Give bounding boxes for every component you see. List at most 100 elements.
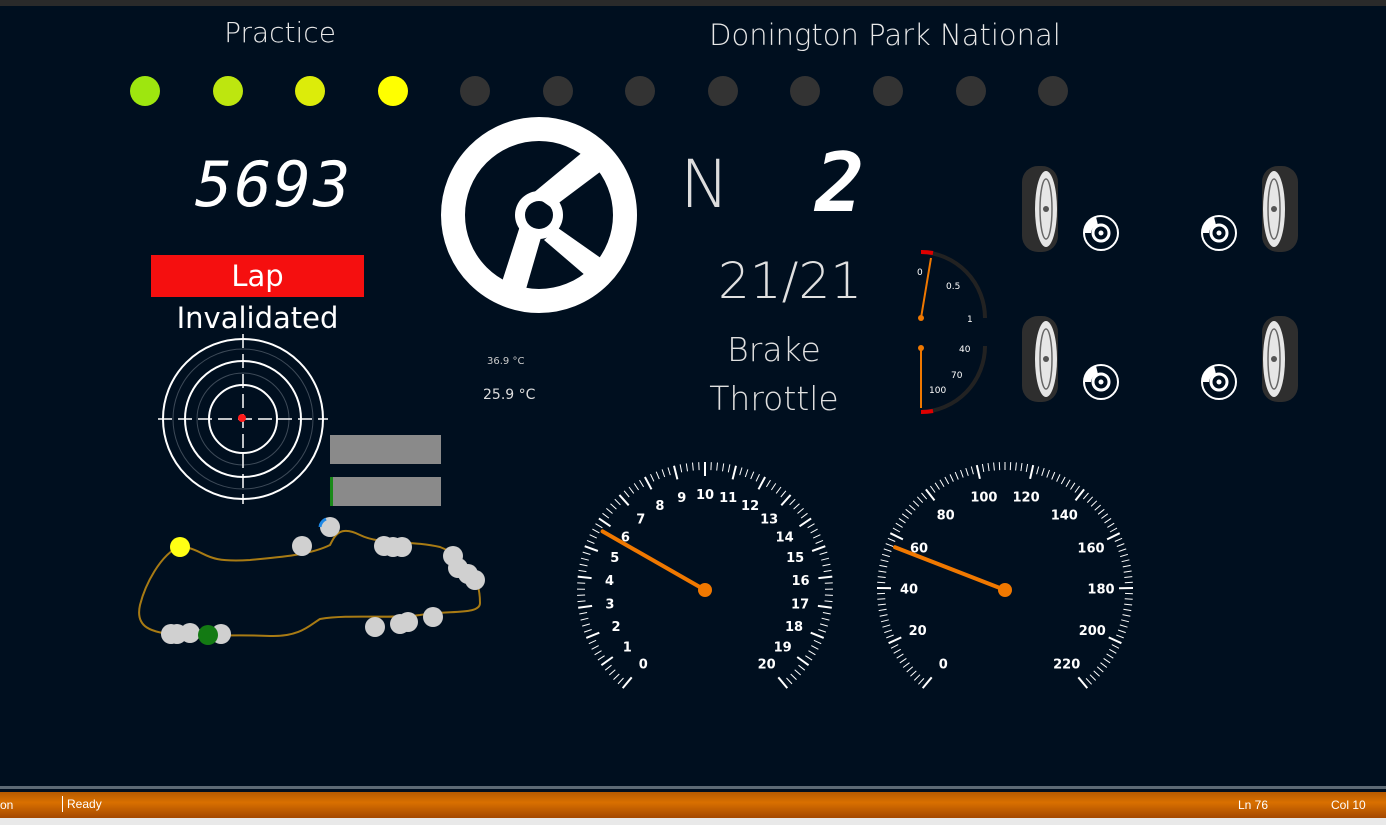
speedometer-tick-mark	[1029, 464, 1035, 480]
speedometer-tick-mark	[1124, 598, 1133, 600]
throttle-bar	[330, 477, 441, 506]
tachometer-tick-mark	[731, 465, 737, 480]
speedometer-tick-mark	[912, 500, 920, 507]
tachometer-tick-mark	[621, 676, 633, 689]
speedometer-tick-mark	[910, 670, 917, 677]
speedometer-tick-mark	[1100, 662, 1108, 668]
speedometer-tick-mark	[981, 463, 985, 472]
speedometer-tick-mark	[1093, 670, 1100, 677]
tachometer-tick-label: 9	[677, 491, 686, 506]
speedometer-tick-mark	[1060, 476, 1066, 485]
tyre-rear-left-icon	[1022, 316, 1058, 402]
steering-wheel-icon	[441, 117, 637, 313]
tachometer-tick-mark	[602, 512, 610, 519]
tachometer-tick-label: 18	[785, 620, 803, 635]
speedometer-tick-mark	[925, 488, 936, 502]
speedometer-tick-mark	[1089, 674, 1097, 681]
speedometer-tick-mark	[949, 474, 954, 482]
throttle-tick-2: 100	[929, 386, 946, 396]
brake-disc-front-right-icon	[1201, 215, 1237, 251]
race-position: 21/21	[718, 252, 863, 310]
tachometer-hub	[698, 583, 712, 597]
speedometer-tick-mark	[1097, 508, 1105, 515]
tachometer-tick-mark	[639, 479, 645, 488]
tachometer-tick-mark	[744, 469, 749, 478]
speedometer-tick-mark	[1121, 559, 1130, 563]
tachometer-tick-mark	[739, 467, 743, 476]
speedometer-tick-mark	[1090, 500, 1098, 507]
speedometer-tick-mark	[883, 548, 892, 552]
shift-light-12	[1038, 76, 1068, 106]
tachometer-tick-mark	[692, 462, 694, 471]
tachometer-tick-mark	[580, 617, 589, 621]
tachometer-tick-mark	[600, 656, 614, 667]
g-force-target	[158, 334, 328, 504]
tachometer-tick-mark	[819, 551, 828, 555]
tachometer-tick-mark	[805, 655, 813, 661]
speedometer-tick-mark	[1120, 553, 1129, 558]
tachometer-tick-label: 7	[636, 513, 645, 528]
shift-light-8	[708, 76, 738, 106]
speedometer-tick-mark	[1104, 517, 1112, 524]
speedometer-tick-mark	[918, 678, 925, 685]
shift-light-4	[378, 76, 408, 106]
speedometer-tick-mark	[960, 469, 964, 478]
tachometer-tick-mark	[594, 650, 602, 656]
tachometer-tick-mark	[592, 528, 600, 534]
shift-light-7	[625, 76, 655, 106]
tachometer-tick-mark	[617, 677, 624, 685]
tyre-front-right-icon	[1262, 166, 1298, 252]
speedometer-tick-mark	[1041, 467, 1045, 476]
speedometer-tick-mark	[905, 508, 913, 515]
status-left-text: on	[0, 798, 14, 812]
speedometer-tick-mark	[987, 463, 990, 472]
speedometer-tick-mark	[895, 522, 903, 528]
tachometer-tick-mark	[606, 508, 613, 514]
tachometer-tick-mark	[598, 517, 612, 528]
speedometer-tick-mark	[1085, 678, 1092, 685]
window-top-bar	[0, 0, 1386, 6]
shift-light-1	[130, 76, 160, 106]
speedometer-tick-label: 20	[909, 624, 927, 639]
speedometer-tick-mark	[1123, 608, 1132, 612]
speedometer-tick-mark	[879, 564, 888, 568]
speedometer-tick-mark	[1118, 548, 1127, 552]
tachometer-tick-mark	[807, 523, 815, 529]
throttle-tick-1: 70	[951, 371, 963, 381]
speedometer-tick-mark	[1116, 634, 1124, 639]
speedometer-tick-mark	[913, 674, 921, 681]
tachometer-tick-label: 13	[760, 513, 778, 528]
tachometer-tick-mark	[797, 508, 804, 514]
tachometer-tick-mark	[613, 673, 620, 680]
speedometer-tick-mark	[993, 462, 995, 471]
tachometer-tick-mark	[588, 639, 597, 645]
tyre-rear-right-icon	[1262, 316, 1298, 402]
tachometer-tick-mark	[765, 479, 771, 488]
speedometer-tick-mark	[1117, 629, 1126, 634]
speedometer-tick-mark	[889, 532, 904, 541]
tachometer-tick-mark	[650, 473, 655, 482]
tachometer-tick-mark	[780, 494, 792, 506]
speedometer-tick-mark	[1119, 624, 1128, 628]
tachometer-tick-label: 0	[639, 658, 648, 673]
speedometer-tick-mark	[1111, 644, 1120, 649]
tachometer-tick-mark	[789, 498, 796, 506]
speedometer-tick-mark	[902, 662, 910, 668]
tachometer-tick-label: 15	[786, 551, 804, 566]
speedometer-tick-mark	[1082, 492, 1089, 500]
tachometer-tick-mark	[595, 523, 603, 529]
speedometer-tick-mark	[1124, 603, 1133, 606]
speedometer-tick-mark	[887, 537, 896, 542]
tachometer-tick-mark	[673, 465, 679, 480]
tachometer-tick-mark	[813, 639, 822, 645]
tachometer-tick-mark	[610, 503, 617, 510]
session-label: Practice	[224, 16, 336, 49]
speedometer-tick-mark	[899, 657, 907, 664]
speedometer-tick-mark	[893, 648, 901, 654]
tachometer-tick-label: 10	[696, 488, 714, 503]
tachometer-tick-mark	[727, 464, 731, 473]
speedometer-tick-label: 120	[1013, 490, 1040, 505]
speedometer-tick-mark	[1106, 532, 1121, 541]
panel-divider	[0, 786, 1386, 789]
shift-light-5	[460, 76, 490, 106]
